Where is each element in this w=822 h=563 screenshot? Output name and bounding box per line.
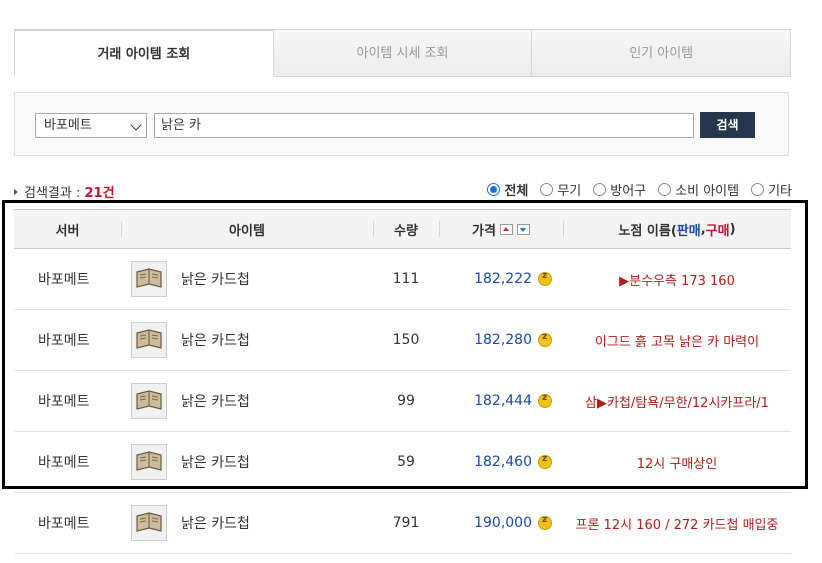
tab-trade-item-search[interactable]: 거래 아이템 조회 [14,29,274,77]
filter-label: 기타 [768,184,792,199]
cell-price-value: 190,000 [474,515,532,531]
tab-popular-items[interactable]: 인기 아이템 [532,29,792,77]
filter-armor[interactable]: 방어구 [593,180,646,199]
cell-quantity: 791 [392,515,420,531]
tab-item-price-search[interactable]: 아이템 시세 조회 [273,29,533,77]
filter-weapon[interactable]: 무기 [540,180,581,199]
result-bar: 검색결과 : 21건 전체 무기 방어구 소비 아이템 기타 [14,180,792,201]
result-summary: 검색결과 : 21건 [14,182,115,201]
radio-icon[interactable] [487,183,501,196]
radio-icon[interactable] [658,183,672,196]
radio-icon[interactable] [593,183,607,196]
cell-item: 낡은 카드첩 [121,493,373,553]
chevron-down-icon [130,119,142,131]
category-filters: 전체 무기 방어구 소비 아이템 기타 [487,180,792,199]
cell-item-name[interactable]: 낡은 카드첩 [181,513,250,533]
result-count: 21건 [84,186,115,201]
filter-all[interactable]: 전체 [487,180,528,199]
filter-label: 무기 [557,184,582,199]
highlight-box [2,200,808,489]
radio-icon[interactable] [540,183,554,196]
filter-label: 전체 [504,184,529,199]
zeny-coin-icon [538,515,552,530]
filter-etc[interactable]: 기타 [751,180,792,199]
filter-label: 방어구 [610,184,647,199]
tab-bar: 거래 아이템 조회 아이템 시세 조회 인기 아이템 [14,29,792,78]
server-select[interactable]: 바포메트 [35,113,147,138]
card-album-icon [131,505,167,541]
triangle-right-icon [14,189,18,195]
result-label: 검색결과 : [24,186,85,201]
radio-icon[interactable] [751,183,765,196]
filter-consumable[interactable]: 소비 아이템 [658,180,739,199]
cell-shop-name[interactable]: 프론 12시 160 / 272 카드첩 매입중 [563,493,791,553]
cell-server: 바포메트 [38,516,90,532]
search-panel: 바포메트 낡은 카 검색 [14,92,789,156]
search-button[interactable]: 검색 [700,112,755,138]
cell-price: 190,000 [439,493,563,553]
search-input[interactable]: 낡은 카 [154,113,694,138]
filter-label: 소비 아이템 [675,184,740,199]
server-select-value: 바포메트 [44,118,92,133]
table-row[interactable]: 바포메트 낡은 카드첩 791 190,000 프론 12시 160 / 272… [14,493,791,554]
